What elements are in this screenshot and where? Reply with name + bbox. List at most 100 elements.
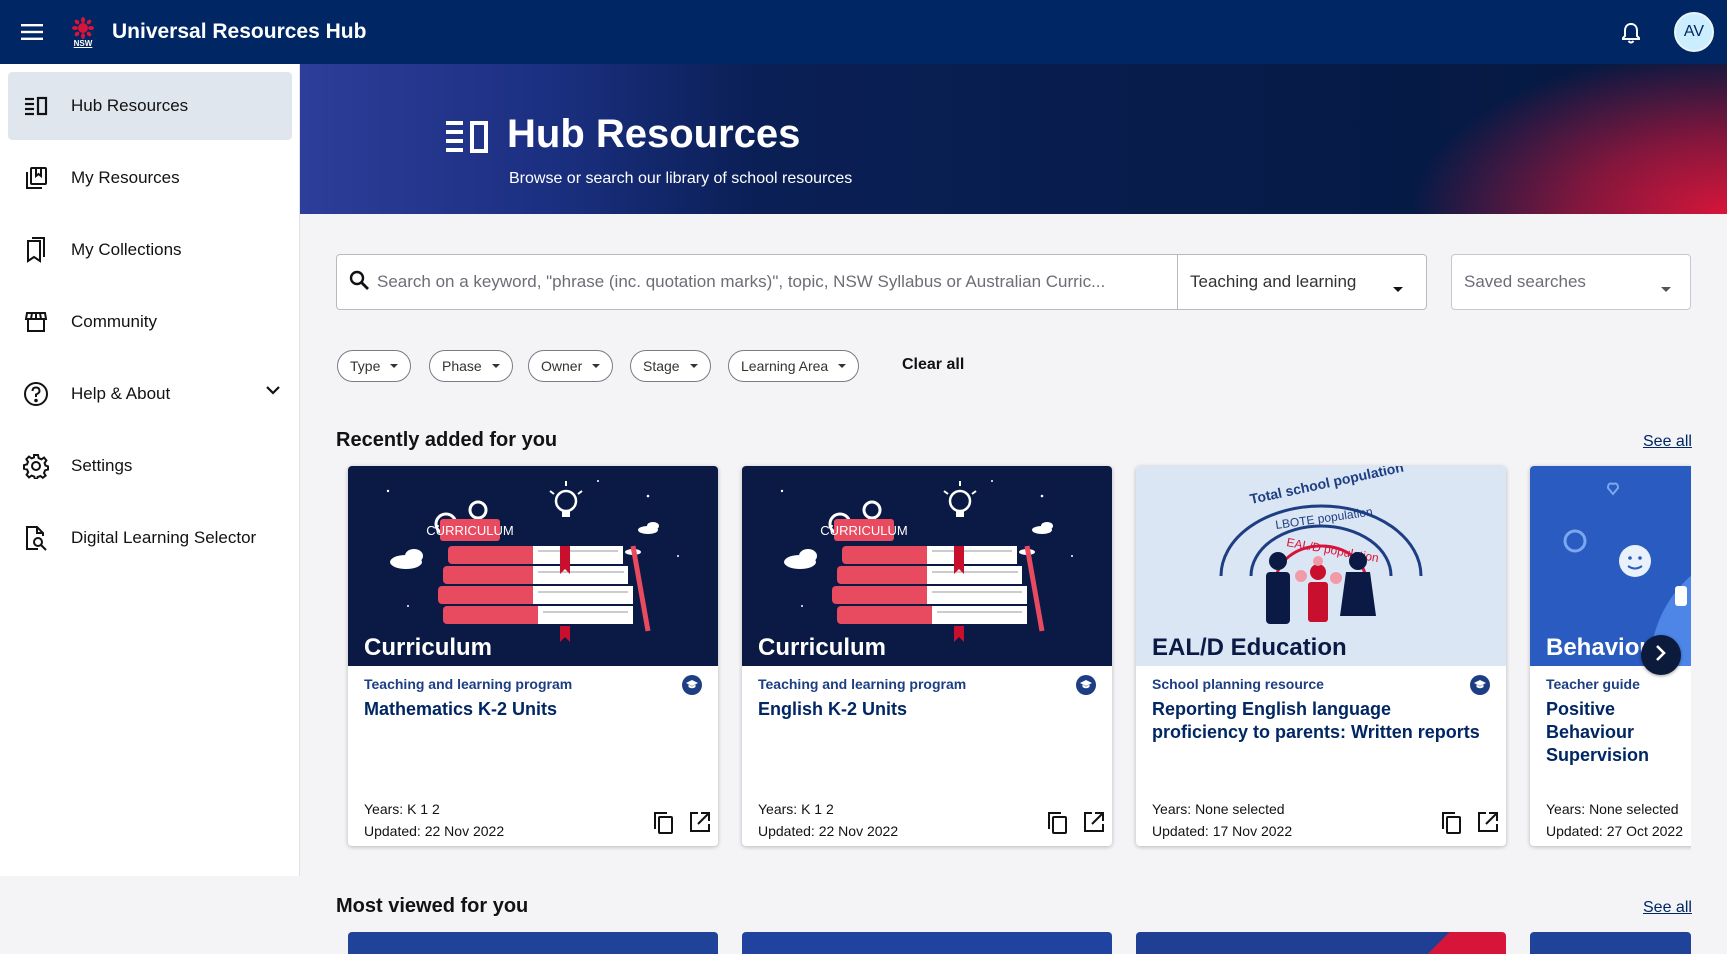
filter-label: Owner — [541, 358, 583, 374]
menu-icon[interactable] — [0, 0, 64, 64]
sidebar-item-community[interactable]: Community — [8, 288, 292, 356]
filter-type[interactable]: Type — [337, 350, 412, 382]
card-thumbnail: CURRICULUM Curriculum — [742, 466, 1112, 666]
section-title-recent: Recently added for you — [336, 429, 558, 451]
hub-resources-icon — [22, 92, 50, 120]
thumb-banner-text: CURRICULUM — [820, 523, 907, 538]
thumbnail-label: Curriculum — [364, 634, 493, 661]
caret-down-icon — [592, 364, 601, 368]
resource-card[interactable]: Total school population LBOTE population… — [1136, 466, 1506, 846]
category-select[interactable]: Teaching and learning — [1177, 254, 1427, 310]
filter-label: Type — [350, 358, 381, 374]
my-resources-icon — [22, 164, 50, 192]
hub-resources-icon — [445, 120, 489, 159]
section-title-most-viewed: Most viewed for you — [336, 895, 529, 917]
open-in-new-icon[interactable] — [689, 811, 711, 838]
filter-owner[interactable]: Owner — [528, 350, 614, 382]
card-type: Teacher guide — [1546, 676, 1640, 692]
saved-searches-select[interactable]: Saved searches — [1451, 254, 1691, 310]
sidebar-item-hub-resources[interactable]: Hub Resources — [8, 72, 292, 140]
sidebar-item-label: Community — [71, 312, 157, 331]
card-years: Years: None selected — [1152, 801, 1285, 817]
card-type: Teaching and learning program — [364, 676, 573, 692]
search-bar — [336, 254, 1178, 310]
open-in-new-icon[interactable] — [1477, 811, 1499, 838]
sidebar-item-label: Digital Learning Selector — [71, 528, 257, 547]
card-title[interactable]: Mathematics K-2 Units — [364, 698, 694, 721]
filter-label: Phase — [442, 358, 482, 374]
chevron-right-icon — [1655, 644, 1667, 667]
page-subtitle: Browse or search our library of school r… — [509, 170, 853, 187]
graduation-cap-icon — [1076, 675, 1096, 695]
filter-label: Stage — [643, 358, 680, 374]
card-updated: Updated: 22 Nov 2022 — [364, 823, 505, 839]
filter-phase[interactable]: Phase — [429, 350, 513, 382]
sidebar-item-help-about[interactable]: Help & About — [8, 360, 292, 428]
card-updated: Updated: 17 Nov 2022 — [1152, 823, 1293, 839]
caret-down-icon — [689, 364, 698, 368]
avatar[interactable]: AV — [1674, 12, 1714, 52]
search-document-icon — [22, 524, 50, 552]
community-icon — [22, 308, 50, 336]
resource-card-teaser[interactable] — [1530, 932, 1691, 954]
search-icon — [349, 270, 369, 295]
hero-banner: Hub Resources Browse or search our libra… — [300, 64, 1727, 214]
card-years: Years: None selected — [1546, 801, 1679, 817]
see-all-link[interactable]: See all — [1643, 433, 1692, 451]
card-updated: Updated: 27 Oct 2022 — [1546, 823, 1683, 839]
bell-icon[interactable] — [1614, 16, 1648, 50]
card-years: Years: K 1 2 — [364, 801, 440, 817]
graduation-cap-icon — [682, 675, 702, 695]
filter-learning-area[interactable]: Learning Area — [728, 350, 860, 382]
sidebar: Hub Resources My Resources My Collection… — [0, 64, 300, 876]
caret-down-icon — [838, 364, 847, 368]
sidebar-item-my-resources[interactable]: My Resources — [8, 144, 292, 212]
card-thumbnail: Total school population LBOTE population… — [1136, 466, 1506, 666]
open-in-new-icon[interactable] — [1083, 811, 1105, 838]
filter-stage[interactable]: Stage — [630, 350, 711, 382]
sidebar-item-digital-learning-selector[interactable]: Digital Learning Selector — [8, 504, 292, 572]
thumbnail-label: Curriculum — [758, 634, 887, 661]
caret-down-icon — [491, 364, 500, 368]
thumbnail-label: EAL/D Education — [1152, 634, 1347, 661]
resource-card-teaser[interactable] — [742, 932, 1112, 954]
caret-down-icon — [390, 364, 399, 368]
graduation-cap-icon — [1470, 675, 1490, 695]
carousel-next-button[interactable] — [1641, 635, 1681, 675]
copy-icon[interactable] — [1047, 811, 1069, 840]
sidebar-item-my-collections[interactable]: My Collections — [8, 216, 292, 284]
card-type: Teaching and learning program — [758, 676, 967, 692]
card-title[interactable]: English K-2 Units — [758, 698, 1088, 721]
clear-all-button[interactable]: Clear all — [902, 356, 964, 374]
see-all-link[interactable]: See all — [1643, 899, 1692, 917]
sidebar-item-label: Help & About — [71, 384, 171, 403]
saved-searches-placeholder: Saved searches — [1464, 272, 1586, 291]
copy-icon[interactable] — [1441, 811, 1463, 840]
page-title: Hub Resources — [507, 112, 801, 156]
sidebar-item-label: My Collections — [71, 240, 182, 259]
card-type: School planning resource — [1152, 676, 1324, 692]
collections-icon — [22, 236, 50, 264]
category-value: Teaching and learning — [1190, 272, 1357, 291]
chevron-down-icon[interactable] — [266, 382, 280, 400]
resource-card[interactable]: CURRICULUM Curriculum Teaching and learn… — [348, 466, 718, 846]
nsw-logo: NSW — [68, 15, 98, 49]
card-title[interactable]: Positive Behaviour Supervision — [1546, 698, 1691, 767]
sidebar-item-label: Hub Resources — [71, 96, 189, 115]
help-icon — [22, 380, 50, 408]
search-input[interactable] — [377, 272, 1157, 292]
resource-card[interactable]: CURRICULUM Curriculum Teaching and learn… — [742, 466, 1112, 846]
card-title[interactable]: Reporting English language proficiency t… — [1152, 698, 1482, 744]
card-thumbnail: CURRICULUM Curriculum — [348, 466, 718, 666]
sidebar-item-settings[interactable]: Settings — [8, 432, 292, 500]
app-bar: NSW Universal Resources Hub AV — [0, 0, 1727, 64]
card-updated: Updated: 22 Nov 2022 — [758, 823, 899, 839]
sidebar-item-label: Settings — [71, 456, 133, 475]
dropdown-arrow-icon — [1660, 280, 1672, 298]
copy-icon[interactable] — [653, 811, 675, 840]
resource-card-teaser[interactable] — [348, 932, 718, 954]
logo-text: NSW — [73, 38, 93, 48]
resource-card-teaser[interactable] — [1136, 932, 1506, 954]
dropdown-arrow-icon — [1392, 280, 1404, 298]
sidebar-item-label: My Resources — [71, 168, 180, 187]
